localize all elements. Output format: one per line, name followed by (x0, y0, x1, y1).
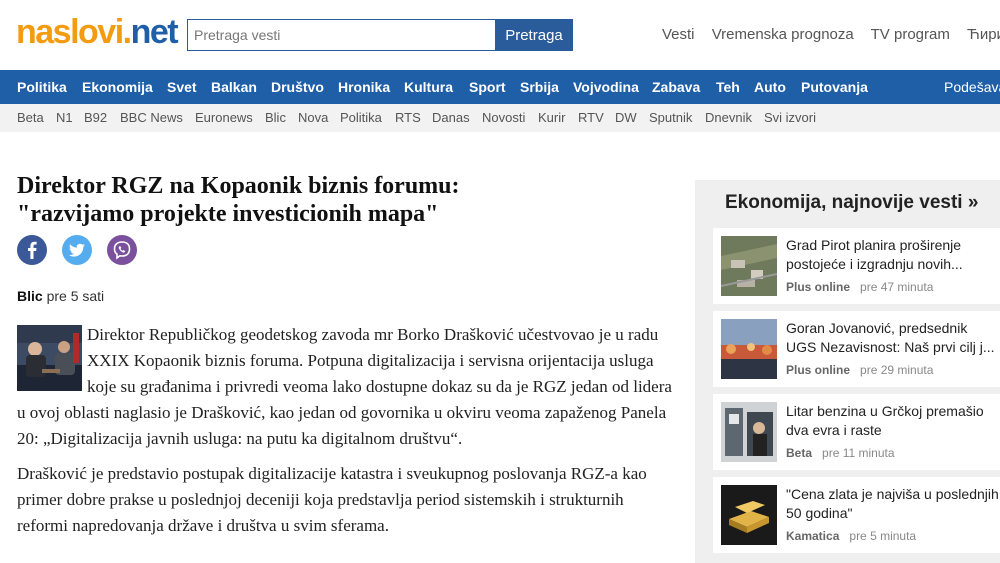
news-thumbnail[interactable] (721, 319, 777, 379)
logo-text-part1: naslovi (16, 13, 124, 51)
viber-share-button[interactable] (107, 235, 137, 265)
news-time: pre 29 minuta (860, 363, 934, 377)
nav-item-putovanja[interactable]: Putovanja (801, 70, 868, 104)
facebook-icon (17, 235, 47, 265)
news-headline-line1: Grad Pirot planira proširenje (786, 237, 962, 253)
source-link[interactable]: Politika (340, 104, 382, 132)
nav-item-kultura[interactable]: Kultura (404, 70, 453, 104)
news-source: Kamatica (786, 529, 840, 543)
news-meta: Plus online pre 47 minuta (786, 280, 933, 294)
nav-item-sport[interactable]: Sport (469, 70, 506, 104)
news-source: Plus online (786, 280, 851, 294)
news-item[interactable]: "Cena zlata je najviša u poslednjih 50 go… (713, 477, 1000, 553)
source-link[interactable]: Kurir (538, 104, 565, 132)
news-time: pre 5 minuta (849, 529, 917, 543)
nav-item-auto[interactable]: Auto (754, 70, 786, 104)
news-item[interactable]: Goran Jovanović, predsednik UGS Nezavisno… (713, 311, 1000, 387)
source-link[interactable]: Nova (298, 104, 328, 132)
news-item[interactable]: Grad Pirot planira proširenje postojeće i… (713, 228, 1000, 304)
top-link-vesti[interactable]: Vesti (662, 26, 695, 43)
source-link[interactable]: N1 (56, 104, 73, 132)
viber-icon (107, 235, 137, 265)
article-title-line1: Direktor RGZ na Kopaonik biznis forumu: (17, 173, 460, 199)
source-link-all[interactable]: Svi izvori (764, 104, 816, 132)
news-meta: Kamatica pre 5 minuta (786, 529, 916, 543)
source-link[interactable]: RTV (578, 104, 604, 132)
article-title: Direktor RGZ na Kopaonik biznis forumu: … (17, 172, 577, 228)
news-thumbnail[interactable] (721, 236, 777, 296)
source-link[interactable]: B92 (84, 104, 107, 132)
twitter-icon (62, 235, 92, 265)
source-link[interactable]: Euronews (195, 104, 253, 132)
article-body: Direktor Republičkog geodetskog zavoda m… (17, 322, 674, 548)
header: naslovi.net Pretraga Vesti Vremenska pro… (0, 0, 1000, 70)
source-link[interactable]: Blic (265, 104, 286, 132)
sidebar-latest-news: Ekonomija, najnovije vesti » Grad Pirot … (695, 180, 1000, 563)
main-nav: Politika Ekonomija Svet Balkan Društvo H… (0, 70, 1000, 104)
nav-item-teh[interactable]: Teh (716, 70, 740, 104)
source-link[interactable]: Dnevnik (705, 104, 752, 132)
source-link[interactable]: BBC News (120, 104, 183, 132)
aerial-photo-image (721, 236, 777, 296)
news-thumbnail[interactable] (721, 402, 777, 462)
news-headline[interactable]: "Cena zlata je najviša u poslednjih 50 go… (786, 485, 1000, 523)
nav-item-drustvo[interactable]: Društvo (271, 70, 324, 104)
top-links: Vesti Vremenska prognoza TV program Ћири… (662, 26, 1000, 43)
news-headline-line2: dva evra i raste (786, 422, 882, 438)
nav-settings[interactable]: Podešava (944, 70, 1000, 104)
article-paragraph-1: Direktor Republičkog geodetskog zavoda m… (17, 322, 674, 452)
news-headline-line2: 50 godina" (786, 505, 853, 521)
source-link[interactable]: Novosti (482, 104, 525, 132)
fuel-station-photo-image (721, 402, 777, 462)
twitter-share-button[interactable] (62, 235, 92, 265)
news-headline-line1: Litar benzina u Grčkoj premašio (786, 403, 984, 419)
news-headline-line1: Goran Jovanović, predsednik (786, 320, 968, 336)
article-paragraph-2: Drašković je predstavio postupak digital… (17, 464, 647, 535)
news-headline[interactable]: Goran Jovanović, predsednik UGS Nezavisno… (786, 319, 1000, 357)
news-headline-line1: "Cena zlata je najviša u poslednjih (786, 486, 999, 502)
source-link[interactable]: Beta (17, 104, 44, 132)
news-headline[interactable]: Litar benzina u Grčkoj premašio dva evra … (786, 402, 1000, 440)
top-link-weather[interactable]: Vremenska prognoza (712, 26, 854, 43)
news-meta: Plus online pre 29 minuta (786, 363, 933, 377)
news-source: Beta (786, 446, 813, 460)
news-source: Plus online (786, 363, 851, 377)
news-headline-line2: UGS Nezavisnost: Naš prvi cilj j... (786, 339, 995, 355)
nav-item-svet[interactable]: Svet (167, 70, 197, 104)
source-link[interactable]: Sputnik (649, 104, 692, 132)
nav-item-srbija[interactable]: Srbija (520, 70, 559, 104)
top-link-cyrillic[interactable]: Ћирили (967, 26, 1000, 43)
news-item[interactable]: Litar benzina u Grčkoj premašio dva evra … (713, 394, 1000, 470)
search-input[interactable] (187, 19, 496, 51)
nav-item-ekonomija[interactable]: Ekonomija (82, 70, 153, 104)
news-meta: Beta pre 11 minuta (786, 446, 895, 460)
nav-item-zabava[interactable]: Zabava (652, 70, 700, 104)
protest-photo-image (721, 319, 777, 379)
news-headline-line2: postojeće i izgradnju novih... (786, 256, 963, 272)
article-paragraph-1-text: Direktor Republičkog geodetskog zavoda m… (17, 325, 672, 448)
search-button[interactable]: Pretraga (495, 19, 573, 51)
source-link[interactable]: RTS (395, 104, 421, 132)
news-time: pre 11 minuta (822, 446, 895, 460)
news-thumbnail[interactable] (721, 485, 777, 545)
top-link-tv[interactable]: TV program (871, 26, 950, 43)
nav-item-vojvodina[interactable]: Vojvodina (573, 70, 639, 104)
source-link[interactable]: DW (615, 104, 637, 132)
news-time: pre 47 minuta (860, 280, 934, 294)
article-meta: Blic pre 5 sati (17, 288, 104, 304)
article-title-line2: "razvijamo projekte investicionih mapa" (17, 201, 439, 227)
sidebar-title[interactable]: Ekonomija, najnovije vesti » (725, 192, 978, 214)
nav-item-balkan[interactable]: Balkan (211, 70, 257, 104)
sources-bar: Beta N1 B92 BBC News Euronews Blic Nova … (0, 104, 1000, 132)
nav-item-politika[interactable]: Politika (17, 70, 67, 104)
facebook-share-button[interactable] (17, 235, 47, 265)
logo-text-part2: net (130, 13, 179, 51)
news-headline[interactable]: Grad Pirot planira proširenje postojeće i… (786, 236, 1000, 274)
article-time: pre 5 sati (46, 288, 105, 304)
nav-item-hronika[interactable]: Hronika (338, 70, 390, 104)
article-source[interactable]: Blic (17, 288, 43, 304)
source-link[interactable]: Danas (432, 104, 470, 132)
gold-bars-photo-image (721, 485, 777, 545)
site-logo[interactable]: naslovi.net (16, 12, 179, 52)
